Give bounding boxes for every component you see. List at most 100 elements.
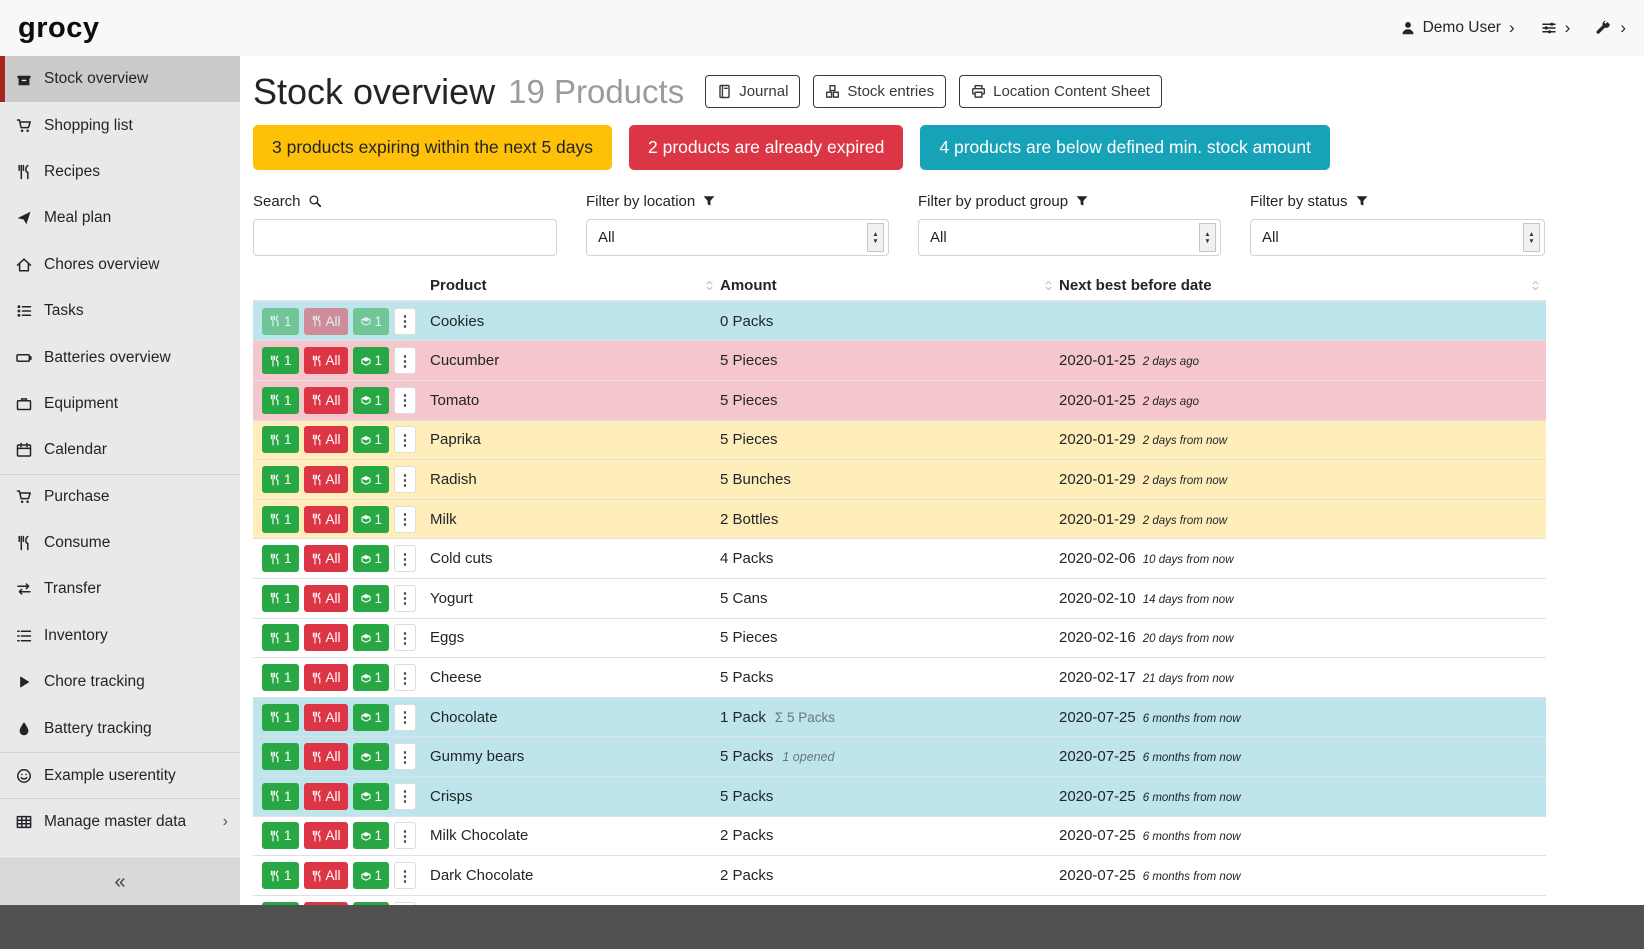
location-filter-select[interactable]: All▲▼ bbox=[586, 219, 889, 256]
row-menu-button[interactable]: ⋮ bbox=[394, 545, 416, 572]
row-menu-button[interactable]: ⋮ bbox=[394, 387, 416, 414]
status-filter-select[interactable]: All▲▼ bbox=[1250, 219, 1545, 256]
user-menu[interactable]: Demo User › bbox=[1400, 18, 1515, 38]
sidebar-item-tasks[interactable]: Tasks bbox=[0, 288, 240, 334]
below-min-stock-alert[interactable]: 4 products are below defined min. stock … bbox=[920, 125, 1330, 170]
row-menu-button[interactable]: ⋮ bbox=[394, 308, 416, 335]
row-menu-button[interactable]: ⋮ bbox=[394, 862, 416, 889]
row-menu-button[interactable]: ⋮ bbox=[394, 704, 416, 731]
row-menu-button[interactable]: ⋮ bbox=[394, 347, 416, 374]
open-one-button[interactable]: 1 bbox=[353, 347, 390, 374]
consume-one-button[interactable]: 1 bbox=[262, 862, 299, 889]
consume-all-button[interactable]: All bbox=[304, 862, 348, 889]
consume-all-button[interactable]: All bbox=[304, 347, 348, 374]
consume-all-button[interactable]: All bbox=[304, 466, 348, 493]
consume-one-button[interactable]: 1 bbox=[262, 902, 299, 905]
open-one-button[interactable]: 1 bbox=[353, 545, 390, 572]
row-menu-button[interactable]: ⋮ bbox=[394, 902, 416, 905]
sidebar-item-equipment[interactable]: Equipment bbox=[0, 381, 240, 427]
open-one-button[interactable]: 1 bbox=[353, 308, 390, 335]
search-input[interactable] bbox=[253, 219, 557, 256]
app-logo[interactable]: grocy bbox=[18, 12, 99, 45]
open-one-button[interactable]: 1 bbox=[353, 862, 390, 889]
sidebar-item-chore-tracking[interactable]: Chore tracking bbox=[0, 659, 240, 705]
consume-all-button[interactable]: All bbox=[304, 426, 348, 453]
open-one-button[interactable]: 1 bbox=[353, 783, 390, 810]
consume-all-button[interactable]: All bbox=[304, 624, 348, 651]
consume-one-button[interactable]: 1 bbox=[262, 664, 299, 691]
row-menu-button[interactable]: ⋮ bbox=[394, 743, 416, 770]
column-header-product[interactable]: Product bbox=[430, 270, 720, 301]
location-content-sheet-button[interactable]: Location Content Sheet bbox=[959, 75, 1162, 108]
consume-one-button[interactable]: 1 bbox=[262, 506, 299, 533]
open-one-button[interactable]: 1 bbox=[353, 426, 390, 453]
consume-all-button[interactable]: All bbox=[304, 545, 348, 572]
sidebar-item-example-userentity[interactable]: Example userentity bbox=[0, 752, 240, 798]
consume-all-button[interactable]: All bbox=[304, 585, 348, 612]
row-menu-button[interactable]: ⋮ bbox=[394, 585, 416, 612]
sidebar-item-chores-overview[interactable]: Chores overview bbox=[0, 242, 240, 288]
open-one-button[interactable]: 1 bbox=[353, 506, 390, 533]
open-one-button[interactable]: 1 bbox=[353, 743, 390, 770]
consume-one-button[interactable]: 1 bbox=[262, 545, 299, 572]
product-group-filter-select[interactable]: All▲▼ bbox=[918, 219, 1221, 256]
sidebar-item-calendar[interactable]: Calendar bbox=[0, 427, 240, 473]
consume-all-button[interactable]: All bbox=[304, 822, 348, 849]
consume-one-button[interactable]: 1 bbox=[262, 743, 299, 770]
consume-one-button[interactable]: 1 bbox=[262, 704, 299, 731]
consume-all-button[interactable]: All bbox=[304, 506, 348, 533]
sidebar-item-consume[interactable]: Consume bbox=[0, 520, 240, 566]
row-menu-button[interactable]: ⋮ bbox=[394, 783, 416, 810]
consume-all-button[interactable]: All bbox=[304, 387, 348, 414]
consume-all-button[interactable]: All bbox=[304, 308, 348, 335]
sidebar-item-shopping-list[interactable]: Shopping list bbox=[0, 102, 240, 148]
open-one-button[interactable]: 1 bbox=[353, 902, 390, 905]
sidebar-collapse-toggle[interactable]: « bbox=[0, 858, 240, 905]
sidebar-item-purchase[interactable]: Purchase bbox=[0, 474, 240, 520]
open-one-button[interactable]: 1 bbox=[353, 624, 390, 651]
consume-one-button[interactable]: 1 bbox=[262, 822, 299, 849]
sidebar-item-recipes[interactable]: Recipes bbox=[0, 149, 240, 195]
open-one-button[interactable]: 1 bbox=[353, 822, 390, 849]
stock-entries-button[interactable]: Stock entries bbox=[813, 75, 946, 108]
row-menu-button[interactable]: ⋮ bbox=[394, 426, 416, 453]
sidebar-item-inventory[interactable]: Inventory bbox=[0, 613, 240, 659]
row-menu-button[interactable]: ⋮ bbox=[394, 664, 416, 691]
open-one-button[interactable]: 1 bbox=[353, 387, 390, 414]
row-menu-button[interactable]: ⋮ bbox=[394, 822, 416, 849]
consume-one-button[interactable]: 1 bbox=[262, 308, 299, 335]
open-one-button[interactable]: 1 bbox=[353, 704, 390, 731]
consume-all-button[interactable]: All bbox=[304, 783, 348, 810]
consume-all-button[interactable]: All bbox=[304, 902, 348, 905]
expiring-alert[interactable]: 3 products expiring within the next 5 da… bbox=[253, 125, 612, 170]
consume-one-button[interactable]: 1 bbox=[262, 426, 299, 453]
consume-one-button[interactable]: 1 bbox=[262, 585, 299, 612]
consume-one-button[interactable]: 1 bbox=[262, 466, 299, 493]
open-one-button[interactable]: 1 bbox=[353, 466, 390, 493]
sidebar-item-transfer[interactable]: Transfer bbox=[0, 566, 240, 612]
sidebar-item-meal-plan[interactable]: Meal plan bbox=[0, 195, 240, 241]
open-one-button[interactable]: 1 bbox=[353, 585, 390, 612]
column-header-amount[interactable]: Amount bbox=[720, 270, 1059, 301]
row-menu-button[interactable]: ⋮ bbox=[394, 506, 416, 533]
row-menu-button[interactable]: ⋮ bbox=[394, 624, 416, 651]
consume-one-button[interactable]: 1 bbox=[262, 624, 299, 651]
consume-all-button[interactable]: All bbox=[304, 743, 348, 770]
admin-menu[interactable]: › bbox=[1596, 18, 1626, 38]
row-menu-button[interactable]: ⋮ bbox=[394, 466, 416, 493]
consume-one-button[interactable]: 1 bbox=[262, 347, 299, 374]
sidebar-item-battery-tracking[interactable]: Battery tracking bbox=[0, 705, 240, 751]
consume-one-button[interactable]: 1 bbox=[262, 387, 299, 414]
settings-menu[interactable]: › bbox=[1541, 18, 1571, 38]
consume-all-button[interactable]: All bbox=[304, 664, 348, 691]
column-header-next-best-before-date[interactable]: Next best before date bbox=[1059, 270, 1546, 301]
utensils-icon bbox=[311, 434, 323, 446]
sidebar-item-manage-master-data[interactable]: Manage master data› bbox=[0, 798, 240, 844]
sidebar-item-batteries-overview[interactable]: Batteries overview bbox=[0, 334, 240, 380]
open-one-button[interactable]: 1 bbox=[353, 664, 390, 691]
journal-button[interactable]: Journal bbox=[705, 75, 800, 108]
consume-one-button[interactable]: 1 bbox=[262, 783, 299, 810]
consume-all-button[interactable]: All bbox=[304, 704, 348, 731]
sidebar-item-stock-overview[interactable]: Stock overview bbox=[0, 56, 240, 102]
expired-alert[interactable]: 2 products are already expired bbox=[629, 125, 903, 170]
